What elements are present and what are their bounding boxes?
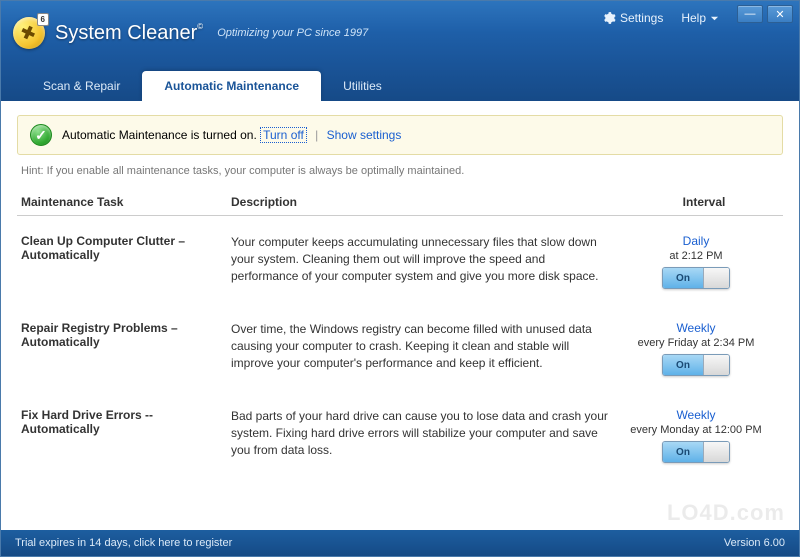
close-button[interactable]: ✕ — [767, 5, 793, 23]
toggle-knob — [703, 268, 729, 288]
task-toggle[interactable]: On — [662, 441, 730, 463]
status-notice: Automatic Maintenance is turned on. Turn… — [17, 115, 783, 155]
logo-version-badge: 6 — [37, 13, 49, 26]
interval-frequency-link[interactable]: Daily — [683, 234, 710, 248]
titlebar: ✖ 6 System Cleaner© Optimizing your PC s… — [1, 1, 799, 65]
register-link[interactable]: Trial expires in 14 days, click here to … — [15, 537, 232, 549]
interval-time: every Monday at 12:00 PM — [630, 424, 761, 436]
turn-off-link[interactable]: Turn off — [260, 127, 307, 143]
chevron-down-icon — [710, 14, 719, 23]
show-settings-link[interactable]: Show settings — [327, 128, 402, 142]
table-row: Clean Up Computer Clutter – Automaticall… — [17, 216, 775, 303]
interval-block: Weekly every Friday at 2:34 PM On — [621, 321, 771, 376]
col-header-interval: Interval — [629, 195, 779, 209]
interval-frequency-link[interactable]: Weekly — [676, 408, 715, 422]
task-name: Clean Up Computer Clutter – Automaticall… — [21, 234, 231, 289]
header-links: Settings Help — [602, 11, 719, 25]
tab-scan-repair[interactable]: Scan & Repair — [21, 71, 142, 101]
interval-block: Weekly every Monday at 12:00 PM On — [621, 408, 771, 463]
gear-icon — [602, 11, 616, 25]
task-toggle[interactable]: On — [662, 354, 730, 376]
content-area: Automatic Maintenance is turned on. Turn… — [1, 101, 799, 530]
app-title: System Cleaner© — [55, 22, 203, 45]
app-tagline: Optimizing your PC since 1997 — [217, 27, 368, 39]
task-desc: Over time, the Windows registry can beco… — [231, 321, 621, 376]
app-logo-icon: ✖ 6 — [13, 17, 45, 49]
app-window: ✖ 6 System Cleaner© Optimizing your PC s… — [0, 0, 800, 557]
table-row: Repair Registry Problems – Automatically… — [17, 303, 775, 390]
tab-bar: Scan & Repair Automatic Maintenance Util… — [1, 65, 799, 101]
task-desc: Your computer keeps accumulating unneces… — [231, 234, 621, 289]
task-name: Repair Registry Problems – Automatically — [21, 321, 231, 376]
help-link[interactable]: Help — [681, 11, 719, 25]
window-controls: — ✕ — [737, 5, 793, 23]
table-body[interactable]: Clean Up Computer Clutter – Automaticall… — [17, 216, 783, 530]
minimize-button[interactable]: — — [737, 5, 763, 23]
task-name: Fix Hard Drive Errors -- Automatically — [21, 408, 231, 463]
settings-link[interactable]: Settings — [602, 11, 663, 25]
tab-utilities[interactable]: Utilities — [321, 71, 404, 101]
task-desc: Bad parts of your hard drive can cause y… — [231, 408, 621, 463]
tab-automatic-maintenance[interactable]: Automatic Maintenance — [142, 71, 321, 101]
interval-frequency-link[interactable]: Weekly — [676, 321, 715, 335]
task-table: Maintenance Task Description Interval Cl… — [17, 189, 783, 530]
interval-block: Daily at 2:12 PM On — [621, 234, 771, 289]
hint-text: Hint: If you enable all maintenance task… — [21, 165, 779, 177]
table-row: Fix Hard Drive Errors -- Automatically B… — [17, 390, 775, 477]
check-icon — [30, 124, 52, 146]
interval-time: at 2:12 PM — [669, 250, 722, 262]
table-header: Maintenance Task Description Interval — [17, 189, 783, 216]
toggle-knob — [703, 355, 729, 375]
footer-bar: Trial expires in 14 days, click here to … — [1, 530, 799, 556]
notice-text: Automatic Maintenance is turned on. Turn… — [62, 128, 401, 142]
task-toggle[interactable]: On — [662, 267, 730, 289]
col-header-task: Maintenance Task — [21, 195, 231, 209]
toggle-knob — [703, 442, 729, 462]
interval-time: every Friday at 2:34 PM — [638, 337, 755, 349]
col-header-desc: Description — [231, 195, 629, 209]
version-label: Version 6.00 — [724, 537, 785, 549]
